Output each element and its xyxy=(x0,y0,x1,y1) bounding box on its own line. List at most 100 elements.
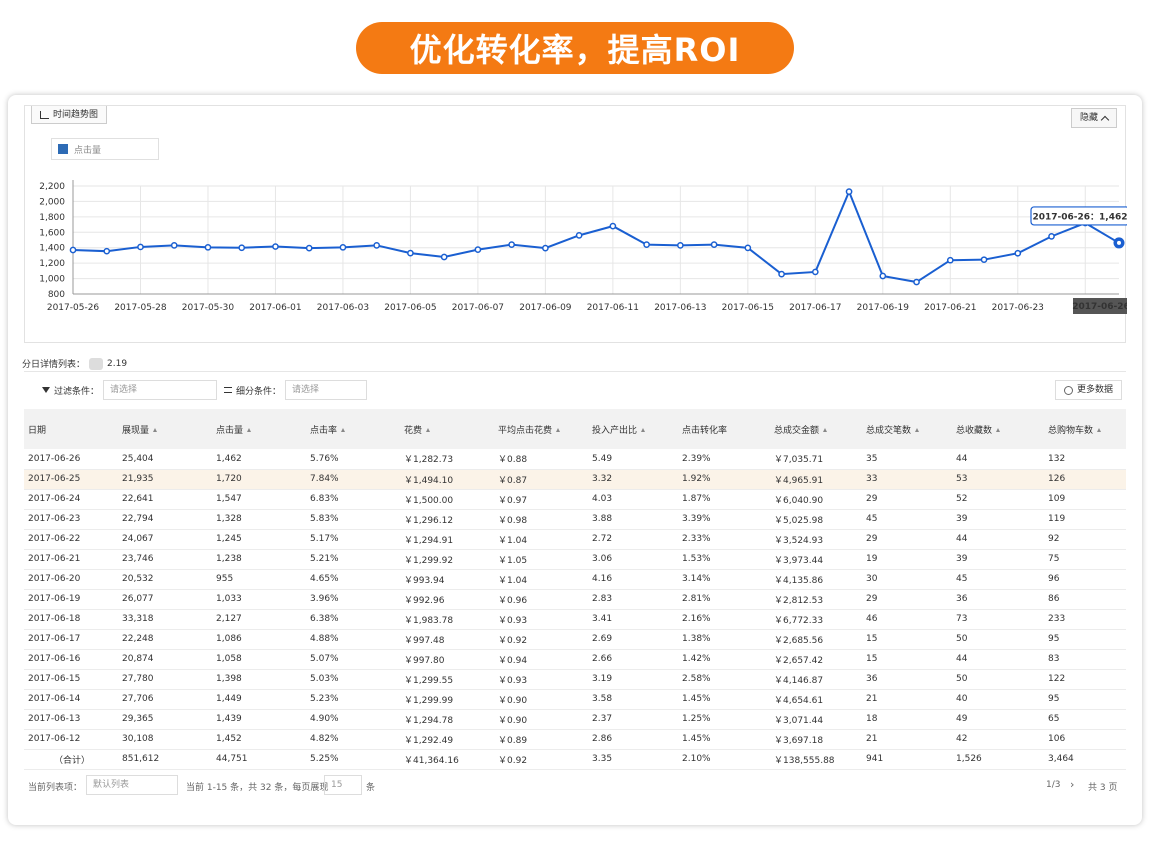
table-cell: 33 xyxy=(862,469,952,490)
sort-arrow-icon[interactable] xyxy=(153,428,158,432)
table-cell: 73 xyxy=(952,609,1044,630)
table-cell: 2017-06-26 xyxy=(24,449,118,470)
table-cell: 3.41 xyxy=(588,609,678,630)
table-cell: ￥0.92 xyxy=(494,629,588,650)
next-page-icon[interactable]: › xyxy=(1070,778,1074,791)
table-cell: 5.21% xyxy=(306,549,400,570)
table-cell: 20,874 xyxy=(118,649,212,670)
sort-arrow-icon[interactable] xyxy=(823,428,828,432)
sort-arrow-icon[interactable] xyxy=(247,428,252,432)
table-cell: 1,033 xyxy=(212,589,306,610)
table-cell: 2.66 xyxy=(588,649,678,670)
table-cell: 24,067 xyxy=(118,529,212,550)
table-cell: 29 xyxy=(862,589,952,610)
column-header[interactable]: 点击率 xyxy=(306,409,400,449)
column-set-select[interactable]: 默认列表 xyxy=(86,775,178,795)
range-text: 当前 1-15 条，共 32 条，每页展现 xyxy=(186,783,329,793)
table-cell: 2017-06-21 xyxy=(24,549,118,570)
segment-select[interactable]: 请选择 xyxy=(285,380,368,400)
table-footer: 当前列表项： 默认列表 当前 1-15 条，共 32 条，每页展现 15 条 1… xyxy=(24,769,1126,799)
data-point xyxy=(238,244,246,252)
column-header[interactable]: 日期 xyxy=(24,409,118,449)
column-header[interactable]: 总成交金额 xyxy=(770,409,862,449)
table-cell: 1.45% xyxy=(678,689,770,710)
table-cell: 92 xyxy=(1044,529,1126,550)
banner-title: 优化转化率，提高ROI xyxy=(356,22,794,74)
sort-arrow-icon[interactable] xyxy=(556,428,561,432)
filter-select[interactable]: 请选择 xyxy=(103,380,218,400)
table-cell: 23,746 xyxy=(118,549,212,570)
column-header-label: 平均点击花费 xyxy=(498,425,553,436)
per-page-select[interactable]: 15 xyxy=(324,775,362,795)
sort-arrow-icon[interactable] xyxy=(1097,428,1102,432)
table-cell: 3,464 xyxy=(1044,749,1126,770)
table-cell: 3.32 xyxy=(588,469,678,490)
table-cell: ￥0.94 xyxy=(494,649,588,670)
table-cell: 122 xyxy=(1044,669,1126,690)
table-cell: 233 xyxy=(1044,609,1126,630)
sort-arrow-icon[interactable] xyxy=(341,428,346,432)
data-point xyxy=(137,243,144,251)
column-header[interactable]: 总成交笔数 xyxy=(862,409,952,449)
table-cell: ￥1,282.73 xyxy=(400,449,494,470)
table-cell: 30,108 xyxy=(118,729,212,750)
column-header-label: 总成交金额 xyxy=(774,425,820,436)
data-point xyxy=(946,256,954,264)
sort-arrow-icon[interactable] xyxy=(426,428,431,432)
data-point xyxy=(609,222,617,230)
y-tick-label: 1,000 xyxy=(39,275,65,285)
table-row: 2017-06-16 20,874 1,058 5.07% ￥997.80 ￥0.94 2.… xyxy=(24,649,1126,670)
table-cell: 53 xyxy=(952,469,1044,490)
column-header[interactable]: 点击转化率 xyxy=(678,409,770,449)
column-set-label: 当前列表项： xyxy=(28,783,83,793)
sort-arrow-icon[interactable] xyxy=(641,428,646,432)
column-header[interactable]: 点击量 xyxy=(212,409,306,449)
data-point xyxy=(407,249,414,257)
table-cell: 1.25% xyxy=(678,709,770,730)
table-cell: ￥1,299.55 xyxy=(400,669,494,690)
table-cell: 2017-06-23 xyxy=(24,509,118,530)
more-data-button[interactable]: 更多数据 xyxy=(1054,380,1122,400)
table-cell: ￥1,299.99 xyxy=(400,689,494,710)
table-cell: 7.84% xyxy=(306,469,400,490)
total-row: （合计） 851,612 44,751 5.25% ￥41,364.16 ￥0.92 3.3… xyxy=(24,749,1126,770)
table-cell: 1.92% xyxy=(678,469,770,490)
table-cell: ￥4,135.86 xyxy=(770,569,862,590)
table-cell: 4.88% xyxy=(306,629,400,650)
data-point xyxy=(339,243,347,251)
column-header[interactable]: 总购物车数 xyxy=(1044,409,1126,449)
x-tick-label: 2017-06-15 xyxy=(722,303,774,313)
sort-arrow-icon[interactable] xyxy=(915,428,920,432)
table-cell: ￥1,500.00 xyxy=(400,489,494,510)
x-tick-label: 2017-06-23 xyxy=(992,303,1044,313)
table-row: 2017-06-13 29,365 1,439 4.90% ￥1,294.78 ￥0.90… xyxy=(24,709,1126,730)
table-row: 2017-06-19 26,077 1,033 3.96% ￥992.96 ￥0.96 2.… xyxy=(24,589,1126,610)
table-row: 2017-06-14 27,706 1,449 5.23% ￥1,299.99 ￥0.90… xyxy=(24,689,1126,710)
table-cell: ￥0.90 xyxy=(494,689,588,710)
column-header[interactable]: 平均点击花费 xyxy=(494,409,588,449)
column-header[interactable]: 展现量 xyxy=(118,409,212,449)
table-cell: ￥1,294.78 xyxy=(400,709,494,730)
blurred-value xyxy=(89,357,104,370)
y-tick-label: 2,000 xyxy=(39,197,65,207)
table-cell: 2017-06-19 xyxy=(24,589,118,610)
column-header[interactable]: 总收藏数 xyxy=(952,409,1044,449)
table-cell: ￥0.88 xyxy=(494,449,588,470)
table-cell: 5.07% xyxy=(306,649,400,670)
table-cell: 18 xyxy=(862,709,952,730)
data-point xyxy=(1014,249,1022,257)
page-indicator: 1/3 xyxy=(1046,780,1061,790)
sort-arrow-icon[interactable] xyxy=(996,428,1001,432)
table-cell: 19 xyxy=(862,549,952,570)
table-cell: ￥1,983.78 xyxy=(400,609,494,630)
table-cell: 46 xyxy=(862,609,952,630)
table-cell: 1,547 xyxy=(212,489,306,510)
table-cell: 75 xyxy=(1044,549,1126,570)
data-point xyxy=(170,242,178,249)
column-header[interactable]: 投入产出比 xyxy=(588,409,678,449)
table-cell: 1,238 xyxy=(212,549,306,570)
column-header[interactable]: 花费 xyxy=(400,409,494,449)
table-row: 2017-06-24 22,641 1,547 6.83% ￥1,500.00 ￥0.97… xyxy=(24,489,1126,510)
table-cell: 2017-06-14 xyxy=(24,689,118,710)
table-cell: ￥5,025.98 xyxy=(770,509,862,530)
